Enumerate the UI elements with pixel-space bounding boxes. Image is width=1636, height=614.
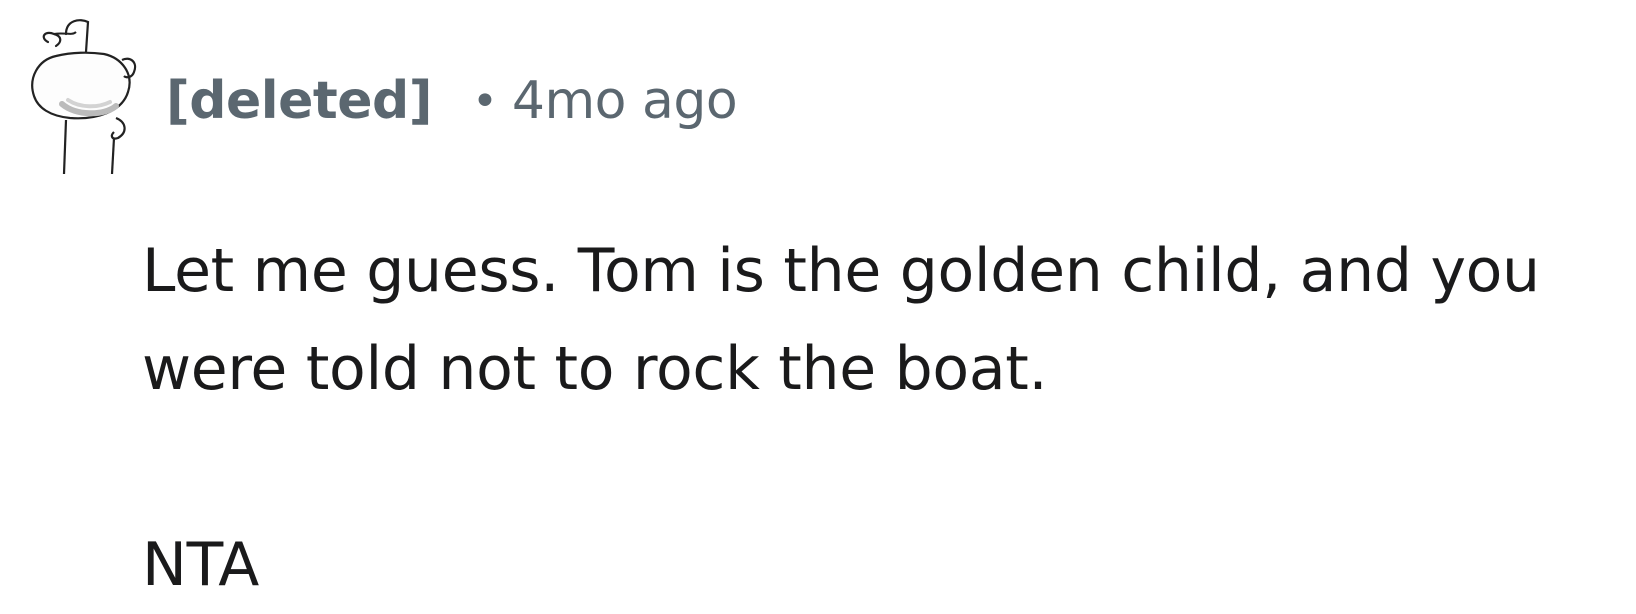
comment-card: [deleted] • 4mo ago Let me guess. Tom is… bbox=[0, 0, 1636, 606]
comment-timestamp[interactable]: 4mo ago bbox=[512, 71, 738, 131]
comment-body: Let me guess. Tom is the golden child, a… bbox=[142, 222, 1612, 614]
snoo-avatar-icon[interactable] bbox=[18, 12, 146, 178]
comment-author[interactable]: [deleted] bbox=[166, 71, 432, 131]
meta-separator: • bbox=[471, 75, 498, 127]
comment-body-text: Let me guess. Tom is the golden child, a… bbox=[142, 236, 1540, 404]
comment-meta: [deleted] • 4mo ago bbox=[166, 66, 738, 136]
comment-verdict: NTA bbox=[142, 530, 260, 600]
